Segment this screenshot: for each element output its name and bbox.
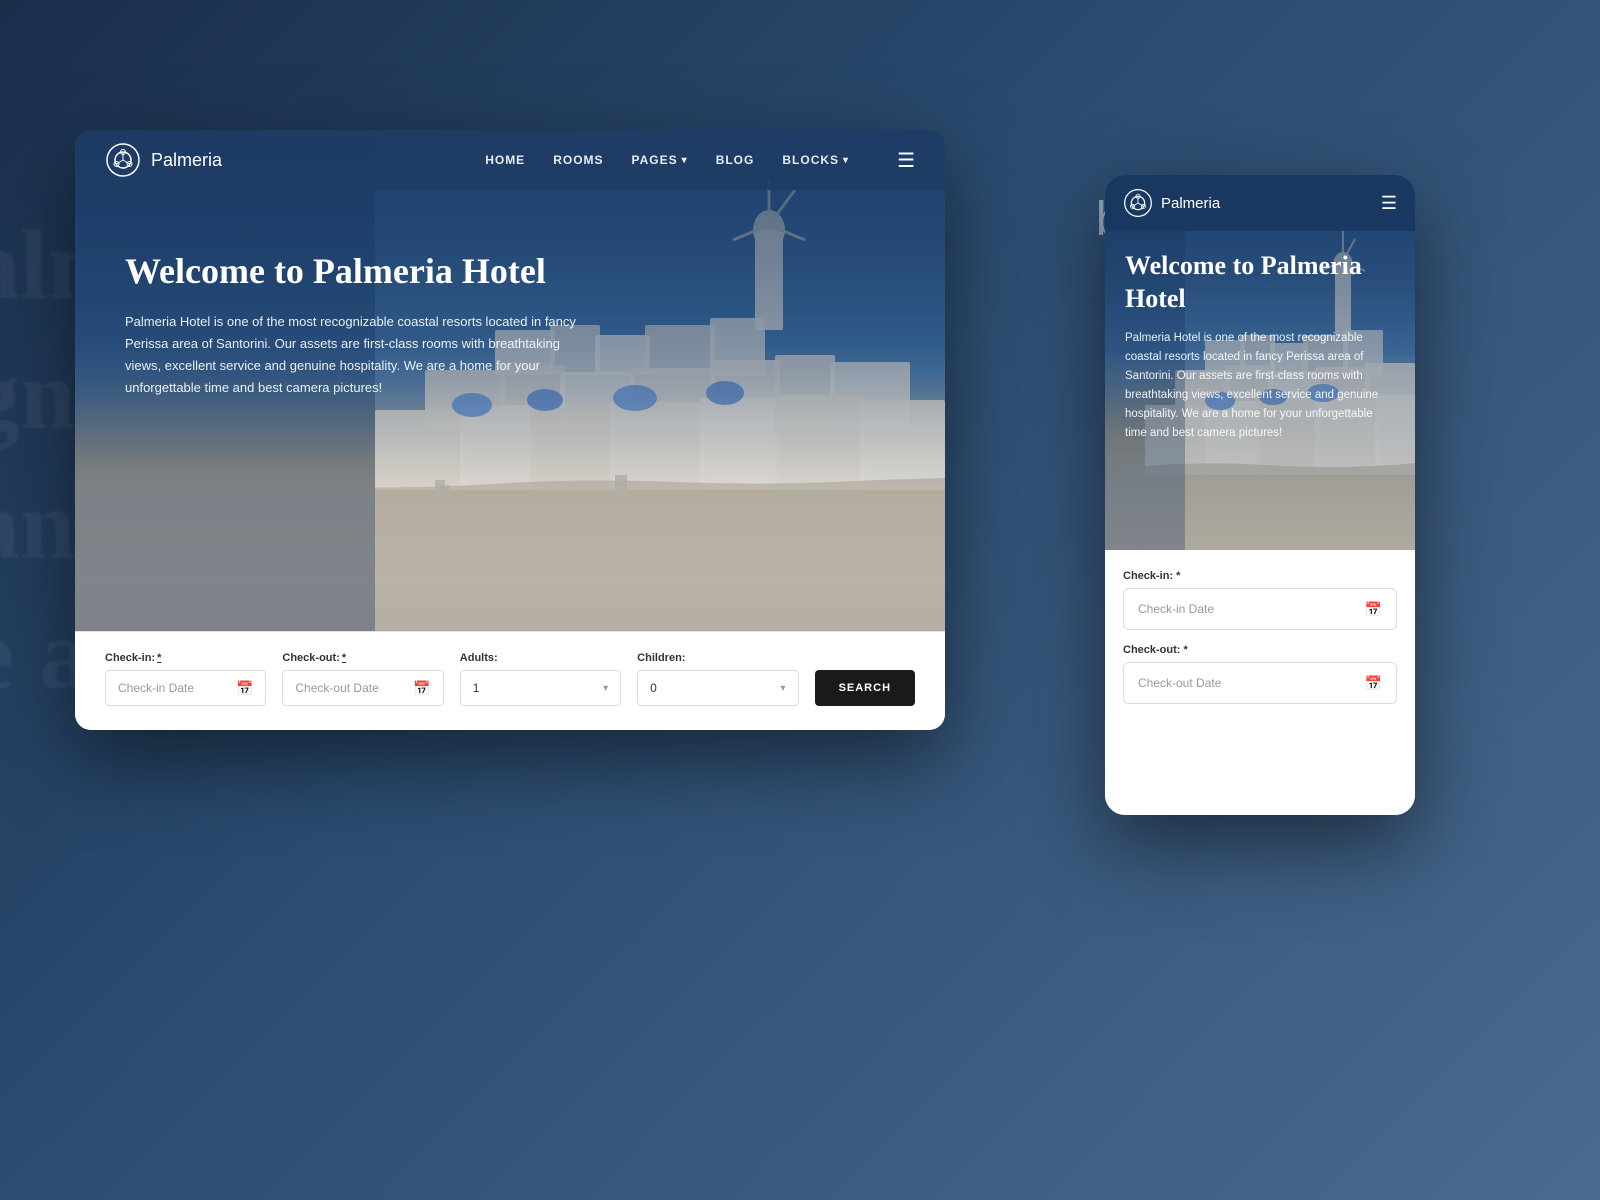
children-dropdown-arrow: ▾ bbox=[781, 683, 786, 694]
mobile-checkout-group: Check-out: * Check-out Date 📅 bbox=[1123, 644, 1397, 704]
desktop-booking-form: Check-in:* Check-in Date 📅 Check-out:* C… bbox=[75, 631, 945, 730]
adults-label: Adults: bbox=[460, 652, 621, 664]
desktop-logo-text: Palmeria bbox=[151, 150, 222, 171]
checkin-group: Check-in:* Check-in Date 📅 bbox=[105, 652, 266, 706]
mobile-checkin-calendar-icon: 📅 bbox=[1365, 601, 1382, 618]
mobile-logo-icon bbox=[1123, 188, 1153, 218]
mobile-checkout-input[interactable]: Check-out Date 📅 bbox=[1123, 662, 1397, 704]
search-button[interactable]: SEARCH bbox=[815, 670, 915, 706]
mobile-checkout-calendar-icon: 📅 bbox=[1365, 675, 1382, 692]
nav-blocks[interactable]: BLOCKS bbox=[782, 153, 849, 167]
checkout-input[interactable]: Check-out Date 📅 bbox=[282, 670, 443, 706]
checkin-label: Check-in:* bbox=[105, 652, 266, 664]
adults-select[interactable]: 1 ▾ bbox=[460, 670, 621, 706]
desktop-nav-links: HOME ROOMS PAGES BLOG BLOCKS ☰ bbox=[485, 148, 915, 173]
mobile-checkin-input[interactable]: Check-in Date 📅 bbox=[1123, 588, 1397, 630]
mobile-nav: Palmeria ☰ bbox=[1105, 175, 1415, 231]
children-select[interactable]: 0 ▾ bbox=[637, 670, 798, 706]
checkin-input[interactable]: Check-in Date 📅 bbox=[105, 670, 266, 706]
desktop-logo[interactable]: Palmeria bbox=[105, 142, 222, 178]
mobile-checkin-group: Check-in: * Check-in Date 📅 bbox=[1123, 570, 1397, 630]
checkout-calendar-icon: 📅 bbox=[413, 680, 430, 697]
nav-home[interactable]: HOME bbox=[485, 153, 525, 167]
desktop-mockup: Palmeria HOME ROOMS PAGES BLOG BLOCKS ☰ … bbox=[75, 130, 945, 730]
checkout-label: Check-out:* bbox=[282, 652, 443, 664]
children-group: Children: 0 ▾ bbox=[637, 652, 798, 706]
mobile-logo-text: Palmeria bbox=[1161, 195, 1220, 212]
desktop-nav: Palmeria HOME ROOMS PAGES BLOG BLOCKS ☰ bbox=[75, 130, 945, 190]
children-label: Children: bbox=[637, 652, 798, 664]
mobile-hero-description: Palmeria Hotel is one of the most recogn… bbox=[1125, 329, 1395, 443]
mobile-checkin-label: Check-in: * bbox=[1123, 570, 1397, 582]
desktop-hamburger-icon[interactable]: ☰ bbox=[897, 148, 915, 173]
adults-dropdown-arrow: ▾ bbox=[603, 683, 608, 694]
desktop-hero-title: Welcome to Palmeria Hotel bbox=[125, 250, 585, 293]
desktop-form-row: Check-in:* Check-in Date 📅 Check-out:* C… bbox=[105, 652, 915, 706]
mobile-hero-title: Welcome to Palmeria Hotel bbox=[1125, 250, 1395, 315]
mobile-hamburger-icon[interactable]: ☰ bbox=[1381, 193, 1397, 214]
checkin-calendar-icon: 📅 bbox=[236, 680, 253, 697]
desktop-hero-content: Welcome to Palmeria Hotel Palmeria Hotel… bbox=[125, 250, 585, 400]
nav-pages[interactable]: PAGES bbox=[632, 153, 688, 167]
adults-group: Adults: 1 ▾ bbox=[460, 652, 621, 706]
mobile-mockup: Palmeria ☰ Welcome to Palmeria Hotel Pal… bbox=[1105, 175, 1415, 815]
mobile-checkout-label: Check-out: * bbox=[1123, 644, 1397, 656]
nav-rooms[interactable]: ROOMS bbox=[553, 153, 603, 167]
nav-blog[interactable]: BLOG bbox=[716, 153, 755, 167]
mobile-hero-content: Welcome to Palmeria Hotel Palmeria Hotel… bbox=[1125, 250, 1395, 443]
palmeria-logo-icon bbox=[105, 142, 141, 178]
checkout-group: Check-out:* Check-out Date 📅 bbox=[282, 652, 443, 706]
desktop-hero-description: Palmeria Hotel is one of the most recogn… bbox=[125, 311, 585, 399]
mobile-booking-form: Check-in: * Check-in Date 📅 Check-out: *… bbox=[1105, 550, 1415, 815]
mobile-logo[interactable]: Palmeria bbox=[1123, 188, 1220, 218]
